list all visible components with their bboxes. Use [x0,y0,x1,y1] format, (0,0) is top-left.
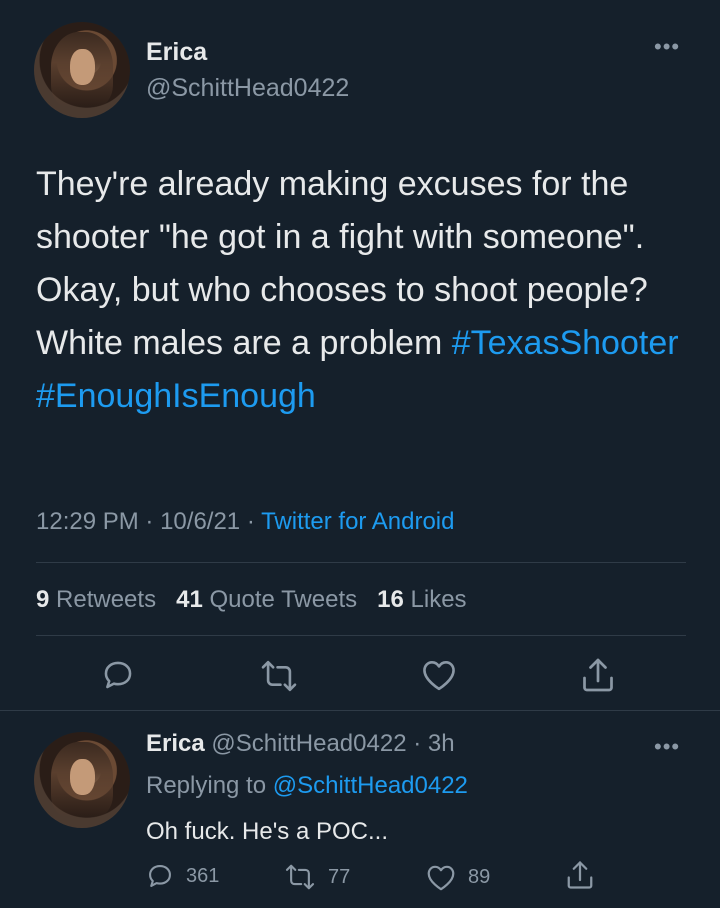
reply-more-icon[interactable]: ••• [654,736,680,758]
hashtag-link[interactable]: #TexasShooter [452,324,679,362]
retweets-label: Retweets [56,586,157,613]
like-count: 89 [468,866,491,888]
tweet-text: They're already making excuses for the s… [36,158,686,423]
retweet-icon[interactable] [260,660,298,692]
likes-stat[interactable]: 16 Likes [377,586,466,613]
hashtag-link[interactable]: #EnoughIsEnough [36,377,316,415]
tweet-date: 10/6/21 [160,508,241,535]
quote-tweets-label: Quote Tweets [209,586,358,613]
separator-dot: · [413,730,422,757]
separator-dot: · [246,508,255,535]
quote-tweets-count: 41 [176,586,203,613]
like-icon [427,865,455,891]
reply-avatar[interactable] [34,732,130,828]
reply-display-name[interactable]: Erica [146,730,205,757]
share-icon[interactable] [566,860,594,890]
reply-action-retweet[interactable]: 77 [284,864,350,890]
avatar-face-shape [70,48,96,86]
reply-action-reply[interactable]: 361 [146,862,219,890]
user-handle[interactable]: @SchittHead0422 [146,74,349,103]
retweet-count: 77 [328,865,351,888]
like-icon[interactable] [421,659,457,691]
tweet-source-link[interactable]: Twitter for Android [261,508,454,535]
more-icon[interactable]: ••• [654,36,680,58]
reply-age: 3h [427,730,455,757]
reply-text: Oh fuck. He's a POC... [146,818,388,845]
retweet-icon [285,864,315,890]
quote-tweets-stat[interactable]: 41 Quote Tweets [176,586,357,613]
divider [36,635,686,636]
reply-icon[interactable] [101,658,135,692]
tweet-timestamp-row: 12:29 PM · 10/6/21 · Twitter for Android [36,508,454,536]
reply-handle[interactable]: @SchittHead0422 [211,730,406,757]
share-icon[interactable] [581,657,615,693]
engagement-stats: 9 Retweets 41 Quote Tweets 16 Likes [36,586,467,614]
likes-label: Likes [410,586,467,613]
reply-count: 361 [186,864,220,887]
section-divider [0,710,720,711]
reply-header: Erica @SchittHead0422 · 3h [146,730,455,758]
reply-icon [149,865,171,887]
separator-dot: · [145,508,154,535]
divider [36,562,686,563]
retweets-count: 9 [36,586,50,613]
retweets-stat[interactable]: 9 Retweets [36,586,156,613]
avatar[interactable] [34,22,130,118]
replying-to-link[interactable]: @SchittHead0422 [273,772,468,799]
display-name[interactable]: Erica [146,38,207,67]
replying-to-label: Replying to [146,772,267,799]
replying-to-line: Replying to @SchittHead0422 [146,772,468,800]
avatar-face-shape [70,758,96,796]
reply-action-like[interactable]: 89 [426,864,490,891]
likes-count: 16 [377,586,404,613]
tweet-time: 12:29 PM [36,508,139,535]
